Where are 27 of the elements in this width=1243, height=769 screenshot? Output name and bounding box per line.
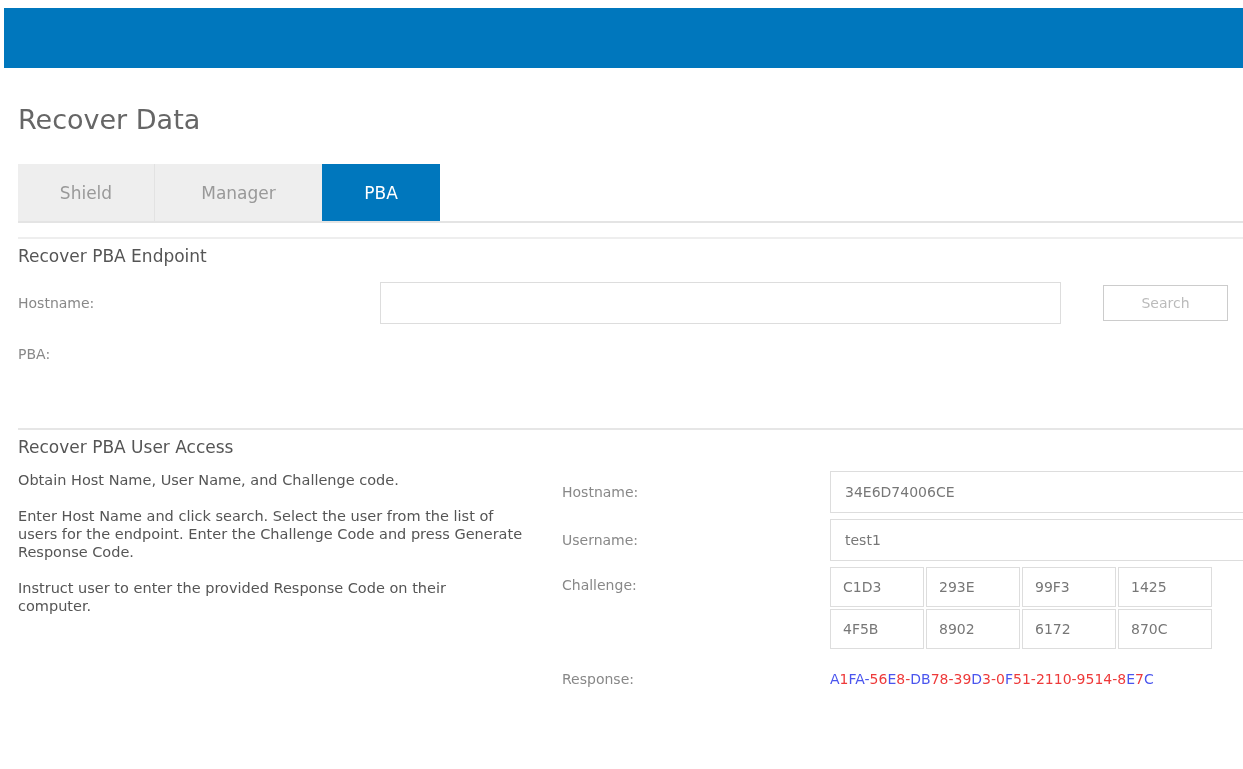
field-label: Hostname:: [18, 295, 96, 311]
instruction-text: Obtain Host Name, User Name, and Challenge code.: [18, 471, 400, 489]
response-code: A1 FA-56E8-DB78-39D3-0F51-2110-9514-8E7C: [830, 671, 1154, 687]
tab[interactable]: Manager: [155, 164, 322, 221]
tab[interactable]: PBA: [322, 164, 440, 221]
hostname-field[interactable]: 34E6D74006CE: [830, 471, 1243, 513]
challenge-code-field[interactable]: 8902: [926, 609, 1020, 649]
hostname-field[interactable]: [380, 282, 1061, 324]
challenge-code-field[interactable]: 4F5B: [830, 609, 924, 649]
challenge-code-field[interactable]: 293E: [926, 567, 1020, 607]
challenge-code-field[interactable]: 6172: [1022, 609, 1116, 649]
field-label: Hostname:: [562, 484, 640, 500]
username-field[interactable]: test1: [830, 519, 1243, 561]
challenge-code-field[interactable]: 99F3: [1022, 567, 1116, 607]
tab[interactable]: Shield: [18, 164, 155, 221]
section-heading: Recover PBA User Access: [18, 437, 235, 457]
challenge-code-field[interactable]: C1D3: [830, 567, 924, 607]
section-heading: Recover PBA Endpoint: [18, 246, 208, 266]
page-title: Recover Data: [18, 104, 202, 137]
instruction-text: Instruct user to enter the provided Response Code on their computer.: [18, 579, 447, 615]
field-label: Username:: [562, 532, 640, 548]
challenge-code-field[interactable]: 870C: [1118, 609, 1212, 649]
challenge-code-field[interactable]: 1425: [1118, 567, 1212, 607]
instruction-text: Enter Host Name and click search. Select the user from the list of users for the endpoint. Enter the Challenge Code and press Generate Response Code.: [18, 507, 523, 561]
field-label: PBA:: [18, 346, 51, 362]
field-label: Response:: [562, 671, 635, 687]
field-label: Challenge:: [562, 577, 638, 593]
